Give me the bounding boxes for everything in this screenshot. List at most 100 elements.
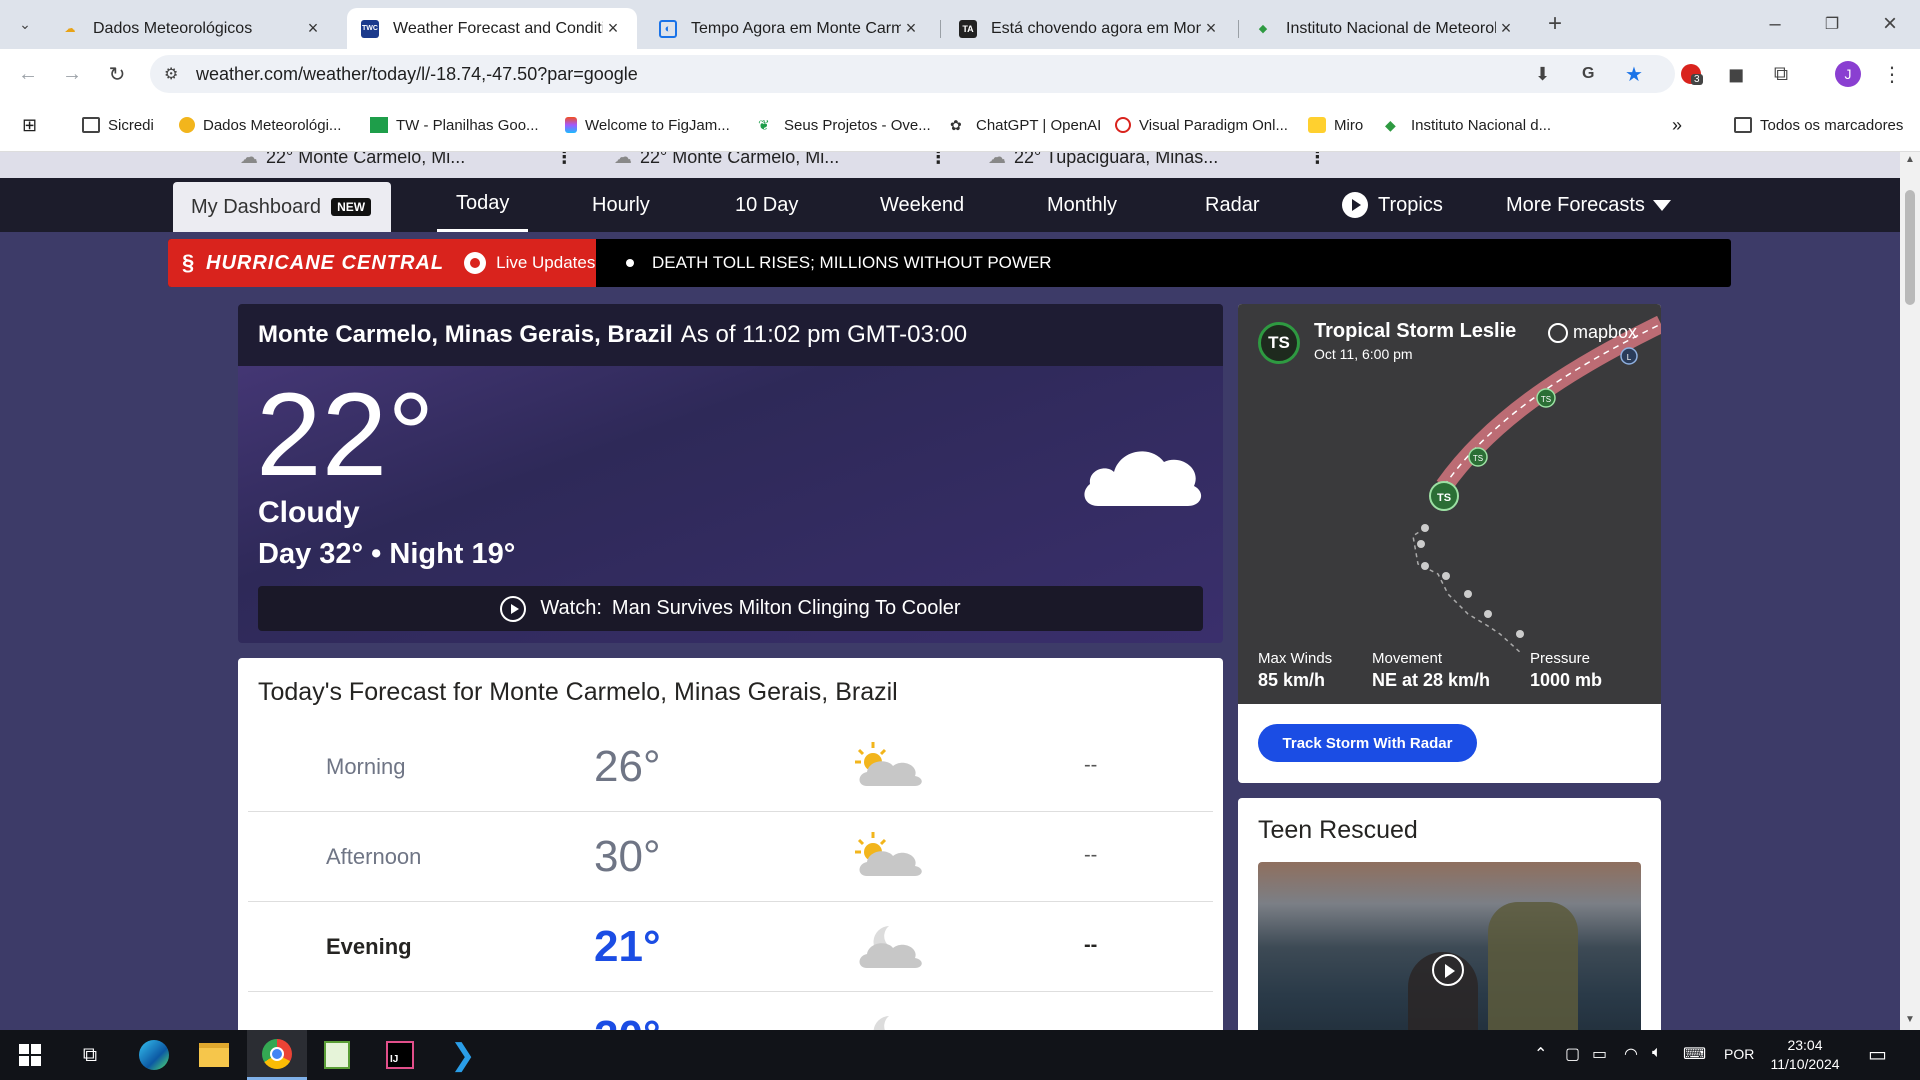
tab-manager-icon[interactable]: ◼ xyxy=(1722,60,1750,88)
tab-esta-chovendo[interactable]: TA Está chovendo agora em Monte × xyxy=(945,8,1235,49)
system-clock[interactable]: 23:04 11/10/2024 xyxy=(1765,1036,1845,1074)
device-icon[interactable]: ▢ xyxy=(1565,1044,1580,1064)
address-bar[interactable]: ⚙ weather.com/weather/today/l/-18.74,-47… xyxy=(150,55,1675,93)
battery-icon[interactable]: ▭ xyxy=(1592,1044,1607,1064)
bookmark-dados-meteorologicos[interactable]: Dados Meteorológi... xyxy=(179,115,341,135)
url-text[interactable]: weather.com/weather/today/l/-18.74,-47.5… xyxy=(196,64,638,85)
teen-rescued-video-thumbnail[interactable] xyxy=(1258,862,1641,1030)
ta-favicon-icon: TA xyxy=(959,19,977,38)
wifi-icon[interactable]: ◠ xyxy=(1624,1044,1638,1064)
nav-hourly[interactable]: Hourly xyxy=(592,178,650,232)
extension-red-icon[interactable]: 3 xyxy=(1677,60,1705,88)
notifications-icon[interactable]: ▭ xyxy=(1868,1042,1887,1067)
extensions-puzzle-icon[interactable]: ⧉ xyxy=(1767,60,1795,88)
translate-icon[interactable]: G xyxy=(1582,65,1594,83)
file-explorer-icon[interactable] xyxy=(184,1030,244,1080)
nav-weekend[interactable]: Weekend xyxy=(880,178,964,232)
blue-square-favicon-icon: ◐ xyxy=(659,19,677,38)
hurricane-central-label[interactable]: § HURRICANE CENTRAL Live Updates xyxy=(168,239,596,287)
language-indicator[interactable]: POR xyxy=(1724,1046,1754,1062)
forecast-row-afternoon[interactable]: Afternoon 30° -- xyxy=(248,812,1213,902)
watch-video-link[interactable]: Watch: Man Survives Milton Clinging To C… xyxy=(258,586,1203,631)
tab-tempo-agora[interactable]: ◐ Tempo Agora em Monte Carme × xyxy=(645,8,935,49)
restore-icon[interactable]: ❐ xyxy=(1818,10,1846,38)
tab-weather-forecast[interactable]: TWC Weather Forecast and Conditio × xyxy=(347,8,637,49)
sheets-icon xyxy=(370,117,388,133)
close-tab-icon[interactable]: × xyxy=(1496,18,1516,39)
hurricane-central-banner[interactable]: § HURRICANE CENTRAL Live Updates DEATH T… xyxy=(168,239,1731,287)
live-updates: Live Updates xyxy=(464,252,595,274)
site-info-icon[interactable]: ⚙ xyxy=(164,64,178,84)
miro-icon xyxy=(1308,117,1326,133)
more-bookmarks-chevron-icon[interactable]: » xyxy=(1672,115,1682,135)
hurricane-headline[interactable]: DEATH TOLL RISES; MILLIONS WITHOUT POWER xyxy=(626,239,1052,287)
saved-location-3[interactable]: ☁ 22° Tupaciguara, Minas... ⋮ xyxy=(988,152,1326,170)
chrome-menu-icon[interactable]: ⋮ xyxy=(1878,60,1906,88)
forecast-row-overnight[interactable]: 20° xyxy=(248,992,1213,1030)
tab-instituto-nacional[interactable]: ◆ Instituto Nacional de Meteorolo × xyxy=(1240,8,1530,49)
forecast-row-morning[interactable]: Morning 26° -- xyxy=(248,722,1213,812)
close-tab-icon[interactable]: × xyxy=(1201,18,1221,39)
nav-more-forecasts[interactable]: More Forecasts xyxy=(1506,178,1671,232)
as-of-time: As of 11:02 pm GMT-03:00 xyxy=(680,321,968,348)
location-menu-icon[interactable]: ⋮ xyxy=(929,152,947,168)
stat-max-winds: Max Winds 85 km/h xyxy=(1258,650,1333,690)
bookmark-star-icon[interactable]: ★ xyxy=(1625,62,1643,87)
bookmark-sicredi[interactable]: Sicredi xyxy=(82,115,154,135)
reload-icon[interactable]: ↻ xyxy=(103,60,131,88)
location-menu-icon[interactable]: ⋮ xyxy=(1308,152,1326,168)
page-scrollbar[interactable]: ▲ ▼ xyxy=(1900,152,1920,1030)
todays-forecast-title: Today's Forecast for Monte Carmelo, Mina… xyxy=(258,678,898,706)
bookmark-instituto-nacional[interactable]: ◆ Instituto Nacional d... xyxy=(1385,115,1551,135)
keyboard-icon[interactable]: ⌨ xyxy=(1683,1044,1706,1064)
install-app-icon[interactable]: ⬇ xyxy=(1535,64,1550,85)
close-window-icon[interactable]: × xyxy=(1876,10,1904,38)
back-icon[interactable]: ← xyxy=(14,60,42,88)
nav-today[interactable]: Today xyxy=(437,178,529,232)
bookmark-chatgpt[interactable]: ✿ ChatGPT | OpenAI xyxy=(950,115,1101,135)
nav-10-day[interactable]: 10 Day xyxy=(735,178,798,232)
volume-icon[interactable]: 🔈︎ xyxy=(1652,1044,1662,1062)
bookmark-seus-projetos[interactable]: ❦ Seus Projetos - Ove... xyxy=(758,115,931,135)
bookmark-tw-planilhas[interactable]: TW - Planilhas Goo... xyxy=(370,115,539,135)
apps-grid-icon[interactable]: ⊞ xyxy=(22,115,37,135)
nav-tropics[interactable]: Tropics xyxy=(1342,178,1443,232)
close-tab-icon[interactable]: × xyxy=(901,18,921,39)
profile-avatar[interactable]: J xyxy=(1834,60,1862,88)
scrollbar-thumb[interactable] xyxy=(1905,190,1915,305)
tab-search-icon[interactable]: ⌄ xyxy=(11,10,39,38)
forward-icon[interactable]: → xyxy=(58,60,86,88)
chrome-taskbar-icon[interactable] xyxy=(247,1030,307,1080)
windows-start-icon[interactable] xyxy=(0,1030,60,1080)
brazil-flag-favicon-icon: ◆ xyxy=(1258,23,1268,35)
close-tab-icon[interactable]: × xyxy=(603,18,623,39)
saved-location-1[interactable]: ☁ 22° Monte Carmelo, Mi... ⋮ xyxy=(240,152,573,170)
location-menu-icon[interactable]: ⋮ xyxy=(555,152,573,168)
minimize-icon[interactable]: – xyxy=(1761,10,1789,38)
saved-location-2[interactable]: ☁ 22° Monte Carmelo, Mi... ⋮ xyxy=(614,152,947,170)
new-tab-icon[interactable]: + xyxy=(1541,10,1569,38)
tab-dados-meteorologicos[interactable]: ☁ Dados Meteorológicos × xyxy=(47,8,337,49)
close-tab-icon[interactable]: × xyxy=(303,18,323,39)
storm-track-map[interactable]: TS TS TS L TS Tropical Storm Leslie Oct … xyxy=(1238,304,1661,704)
my-dashboard-button[interactable]: My Dashboard NEW xyxy=(173,182,391,232)
nav-monthly[interactable]: Monthly xyxy=(1047,178,1117,232)
play-video-icon[interactable] xyxy=(1432,954,1464,986)
bookmark-figjam[interactable]: Welcome to FigJam... xyxy=(565,115,730,135)
intellij-icon[interactable]: IJ xyxy=(370,1030,430,1080)
forecast-row-evening[interactable]: Evening 21° -- xyxy=(248,902,1213,992)
task-view-icon[interactable]: ⧉ xyxy=(60,1030,120,1080)
track-storm-button[interactable]: Track Storm With Radar xyxy=(1258,724,1477,762)
show-hidden-icons-chevron-icon[interactable]: ⌃ xyxy=(1534,1044,1547,1064)
bookmark-miro[interactable]: Miro xyxy=(1308,115,1363,135)
current-temperature: 22° xyxy=(256,369,435,501)
scroll-down-arrow-icon[interactable]: ▼ xyxy=(1905,1014,1915,1025)
nav-radar[interactable]: Radar xyxy=(1205,178,1259,232)
all-bookmarks-folder[interactable]: Todos os marcadores xyxy=(1734,115,1903,135)
edge-icon[interactable] xyxy=(124,1030,184,1080)
bookmark-visual-paradigm[interactable]: Visual Paradigm Onl... xyxy=(1115,115,1288,135)
sun-cloud-icon xyxy=(179,117,195,133)
spreadsheet-app-icon[interactable] xyxy=(307,1030,367,1080)
vscode-icon[interactable]: ❯ xyxy=(433,1030,493,1080)
scroll-up-arrow-icon[interactable]: ▲ xyxy=(1905,154,1915,165)
